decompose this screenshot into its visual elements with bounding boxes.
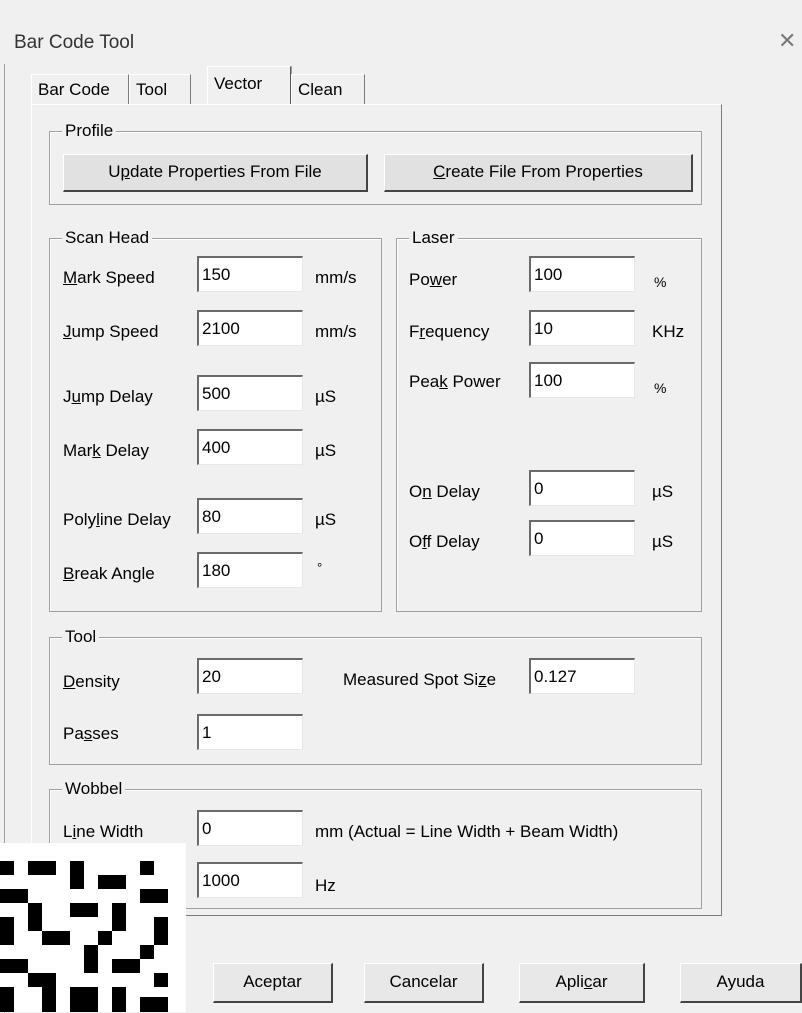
peak-power-unit: % xyxy=(654,380,667,396)
off-delay-unit: µS xyxy=(652,532,674,551)
line-width-input[interactable] xyxy=(197,810,303,846)
break-angle-unit: ° xyxy=(317,560,323,575)
polyline-delay-label: Polyline Delay xyxy=(63,510,171,529)
mark-speed-input[interactable] xyxy=(197,256,303,292)
title-bar: Bar Code Tool ✕ xyxy=(4,6,802,64)
mark-delay-unit: µS xyxy=(315,441,337,460)
tab-label: Bar Code xyxy=(38,80,110,99)
window-title: Bar Code Tool xyxy=(14,32,135,53)
close-icon[interactable]: ✕ xyxy=(778,28,796,54)
barcode-image xyxy=(0,843,186,1012)
apply-button[interactable]: Aplicar xyxy=(519,963,645,1003)
mark-speed-unit: mm/s xyxy=(315,268,357,287)
btn-text: date Properties From File xyxy=(129,162,322,181)
btn-text: ar xyxy=(592,972,608,991)
frequency-input[interactable] xyxy=(529,310,635,346)
btn-accel: p xyxy=(120,162,130,181)
jump-delay-label: Jump Delay xyxy=(63,387,153,406)
wobbel-frequency-input[interactable] xyxy=(197,862,303,898)
on-delay-label: On Delay xyxy=(409,482,480,501)
peak-power-label: Peak Power xyxy=(409,372,501,391)
jump-delay-unit: µS xyxy=(315,387,337,406)
polyline-delay-input[interactable] xyxy=(197,498,303,534)
power-unit: % xyxy=(654,274,667,290)
mark-delay-label: Mark Delay xyxy=(63,441,149,460)
tab-label: Vector xyxy=(214,74,263,93)
jump-delay-input[interactable] xyxy=(197,375,303,411)
on-delay-unit: µS xyxy=(652,482,674,501)
passes-label: Passes xyxy=(63,724,119,743)
create-file-button[interactable]: Create File From Properties xyxy=(384,154,693,192)
polyline-delay-unit: µS xyxy=(315,510,337,529)
accept-button[interactable]: Aceptar xyxy=(213,963,333,1003)
cancel-button[interactable]: Cancelar xyxy=(364,963,484,1003)
tab-label: Tool xyxy=(136,80,168,99)
tab-vector[interactable]: Vector xyxy=(207,66,291,104)
jump-speed-input[interactable] xyxy=(197,310,303,346)
frequency-unit: KHz xyxy=(652,322,685,341)
on-delay-input[interactable] xyxy=(529,470,635,506)
jump-speed-unit: mm/s xyxy=(315,322,357,341)
peak-power-input[interactable] xyxy=(529,362,635,398)
tab-tool[interactable]: Tool xyxy=(129,74,191,104)
scan-head-legend: Scan Head xyxy=(62,228,153,248)
help-button[interactable]: Ayuda xyxy=(680,963,802,1003)
power-label: Power xyxy=(409,270,458,289)
density-input[interactable] xyxy=(197,658,303,694)
tab-clean[interactable]: Clean xyxy=(291,74,365,104)
measured-spot-size-input[interactable] xyxy=(529,658,635,694)
wobbel-legend: Wobbel xyxy=(62,779,126,799)
break-angle-label: Break Angle xyxy=(63,564,155,583)
jump-speed-label: Jump Speed xyxy=(63,322,159,341)
frequency-label: Frequency xyxy=(409,322,490,341)
measured-spot-size-label: Measured Spot Size xyxy=(343,670,497,689)
mark-delay-input[interactable] xyxy=(197,429,303,465)
mark-speed-label: Mark Speed xyxy=(63,268,155,287)
power-input[interactable] xyxy=(529,256,635,292)
btn-text: Apli xyxy=(555,972,584,991)
wobbel-frequency-unit: Hz xyxy=(315,876,336,895)
tool-group: Tool xyxy=(49,627,702,765)
laser-legend: Laser xyxy=(409,228,458,248)
density-label: Density xyxy=(63,672,120,691)
passes-input[interactable] xyxy=(197,714,303,750)
line-width-label: Line Width xyxy=(63,822,144,841)
btn-accel: C xyxy=(433,162,446,181)
off-delay-label: Off Delay xyxy=(409,532,480,551)
break-angle-input[interactable] xyxy=(197,552,303,588)
update-properties-button[interactable]: Update Properties From File xyxy=(63,154,368,192)
btn-text: U xyxy=(108,162,121,181)
off-delay-input[interactable] xyxy=(529,520,635,556)
profile-legend: Profile xyxy=(62,121,117,141)
btn-text: reate File From Properties xyxy=(445,162,643,181)
tab-bar-code[interactable]: Bar Code xyxy=(31,74,129,104)
tab-label: Clean xyxy=(298,80,343,99)
line-width-unit: mm (Actual = Line Width + Beam Width) xyxy=(315,822,619,841)
tool-legend: Tool xyxy=(62,627,100,647)
datamatrix-icon xyxy=(0,843,186,1012)
